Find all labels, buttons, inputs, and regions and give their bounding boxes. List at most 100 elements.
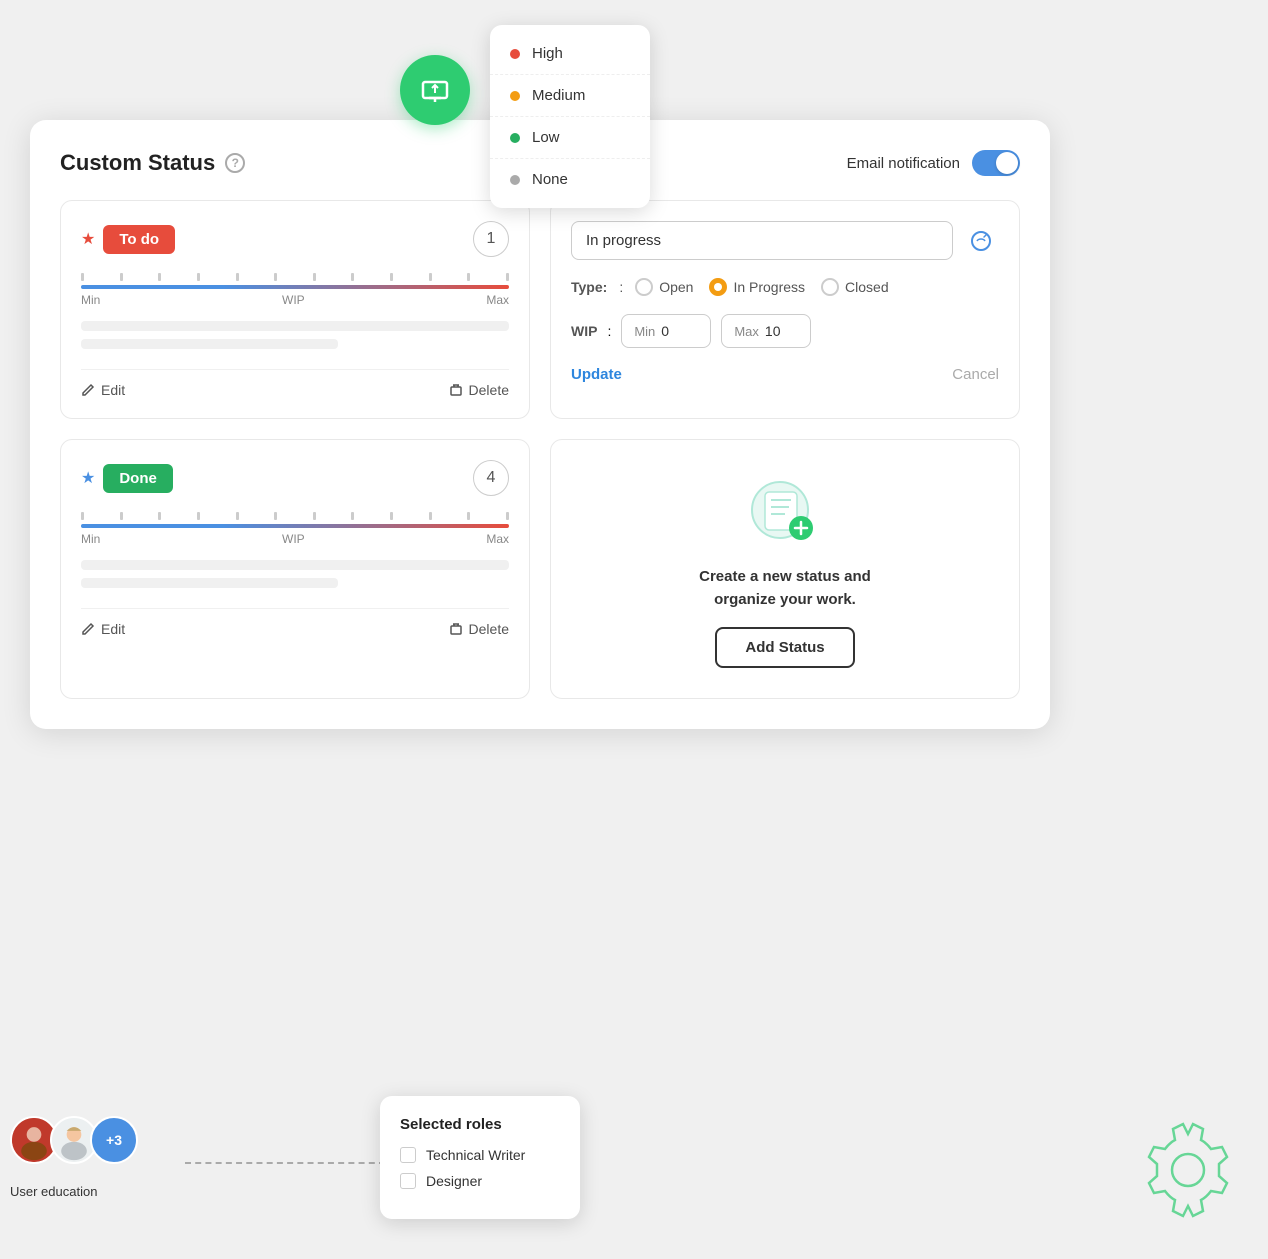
status-name-input[interactable] xyxy=(571,221,953,260)
done-wip-min: Min xyxy=(81,532,100,546)
type-inprogress-option[interactable]: In Progress xyxy=(709,278,805,296)
todo-status-card: ★ To do 1 xyxy=(60,200,530,419)
wip-dot xyxy=(351,273,354,281)
type-row: Type: : Open In Progress Closed xyxy=(571,278,999,296)
wip-dot xyxy=(120,512,123,520)
done-card-header: ★ Done 4 xyxy=(81,460,509,496)
delete-icon xyxy=(449,383,463,397)
todo-star-icon: ★ xyxy=(81,229,95,249)
todo-badge-group: ★ To do xyxy=(81,225,175,254)
priority-dot-medium xyxy=(510,91,520,101)
todo-delete-button[interactable]: Delete xyxy=(449,382,509,398)
radio-inprogress[interactable] xyxy=(709,278,727,296)
priority-item-high[interactable]: High xyxy=(490,33,650,75)
wip-dot xyxy=(390,273,393,281)
todo-count-badge: 1 xyxy=(473,221,509,257)
priority-item-medium[interactable]: Medium xyxy=(490,75,650,117)
todo-edit-button[interactable]: Edit xyxy=(81,382,125,398)
wip-min-label: Min xyxy=(634,324,655,339)
priority-dot-none xyxy=(510,175,520,185)
done-edit-button[interactable]: Edit xyxy=(81,621,125,637)
screen-share-fab[interactable] xyxy=(400,55,470,125)
wip-max-field[interactable]: Max 10 xyxy=(721,314,811,348)
type-closed-option[interactable]: Closed xyxy=(821,278,889,296)
todo-wip-max: Max xyxy=(486,293,509,307)
user-education-label: User education xyxy=(10,1184,97,1199)
color-edit-icon xyxy=(969,229,993,253)
type-radio-group: Open In Progress Closed xyxy=(635,278,888,296)
wip-dot xyxy=(429,273,432,281)
update-button[interactable]: Update xyxy=(571,366,622,383)
dashed-connector-line xyxy=(185,1162,385,1164)
wip-min-field[interactable]: Min 0 xyxy=(621,314,711,348)
role-item-designer[interactable]: Designer xyxy=(400,1173,560,1189)
card-title-group: Custom Status ? xyxy=(60,150,245,176)
avatar-overflow-badge: +3 xyxy=(90,1116,138,1164)
done-star-icon: ★ xyxy=(81,468,95,488)
priority-label-medium: Medium xyxy=(532,87,585,104)
done-status-card: ★ Done 4 xyxy=(60,439,530,699)
gray-line xyxy=(81,321,509,331)
add-status-panel: Create a new status andorganize your wor… xyxy=(550,439,1020,699)
wip-dot xyxy=(390,512,393,520)
wip-dot xyxy=(197,273,200,281)
email-notification-label: Email notification xyxy=(847,155,960,172)
done-wip-track xyxy=(81,524,509,528)
screen-share-icon xyxy=(419,74,451,106)
delete-icon xyxy=(449,622,463,636)
email-notification-toggle[interactable] xyxy=(972,150,1020,176)
wip-dot xyxy=(158,273,161,281)
gray-line xyxy=(81,578,338,588)
gear-icon xyxy=(1128,1114,1248,1234)
role-item-technical-writer[interactable]: Technical Writer xyxy=(400,1147,560,1163)
todo-wip-track xyxy=(81,285,509,289)
role-checkbox-technical-writer[interactable] xyxy=(400,1147,416,1163)
wip-dot xyxy=(429,512,432,520)
wip-dot xyxy=(81,273,84,281)
todo-card-header: ★ To do 1 xyxy=(81,221,509,257)
radio-open-label: Open xyxy=(659,279,693,295)
role-label-designer: Designer xyxy=(426,1173,482,1189)
cancel-button[interactable]: Cancel xyxy=(952,366,999,383)
priority-item-low[interactable]: Low xyxy=(490,117,650,159)
done-count-badge: 4 xyxy=(473,460,509,496)
wip-dot xyxy=(158,512,161,520)
type-open-option[interactable]: Open xyxy=(635,278,693,296)
priority-dot-low xyxy=(510,133,520,143)
priority-label-none: None xyxy=(532,171,568,188)
gear-decoration xyxy=(1128,1114,1248,1239)
todo-wip-min: Min xyxy=(81,293,100,307)
done-wip-label: WIP xyxy=(282,532,305,546)
radio-open[interactable] xyxy=(635,278,653,296)
done-action-row: Edit Delete xyxy=(81,608,509,637)
radio-closed[interactable] xyxy=(821,278,839,296)
done-wip-dots xyxy=(81,512,509,520)
add-status-illustration xyxy=(745,470,825,550)
wip-dot xyxy=(506,512,509,520)
priority-dropdown[interactable]: High Medium Low None xyxy=(490,25,650,208)
todo-wip-dots xyxy=(81,273,509,281)
edit-color-icon-btn[interactable] xyxy=(963,223,999,259)
roles-popup-title: Selected roles xyxy=(400,1116,560,1133)
wip-dot xyxy=(506,273,509,281)
wip-dot xyxy=(197,512,200,520)
help-icon[interactable]: ? xyxy=(225,153,245,173)
wip-dot xyxy=(274,273,277,281)
todo-wip-bar: Min WIP Max xyxy=(81,273,509,307)
role-checkbox-designer[interactable] xyxy=(400,1173,416,1189)
done-wip-bar: Min WIP Max xyxy=(81,512,509,546)
done-delete-button[interactable]: Delete xyxy=(449,621,509,637)
todo-gray-lines xyxy=(81,321,509,349)
wip-dot xyxy=(467,512,470,520)
priority-dot-high xyxy=(510,49,520,59)
priority-label-high: High xyxy=(532,45,563,62)
status-grid: ★ To do 1 xyxy=(60,200,1020,699)
add-status-svg xyxy=(745,470,825,550)
add-status-text: Create a new status andorganize your wor… xyxy=(699,566,871,611)
priority-item-none[interactable]: None xyxy=(490,159,650,200)
wip-dot xyxy=(313,273,316,281)
add-status-button[interactable]: Add Status xyxy=(715,627,854,668)
wip-max-value: 10 xyxy=(765,323,781,339)
roles-popup: Selected roles Technical Writer Designer xyxy=(380,1096,580,1219)
priority-label-low: Low xyxy=(532,129,560,146)
